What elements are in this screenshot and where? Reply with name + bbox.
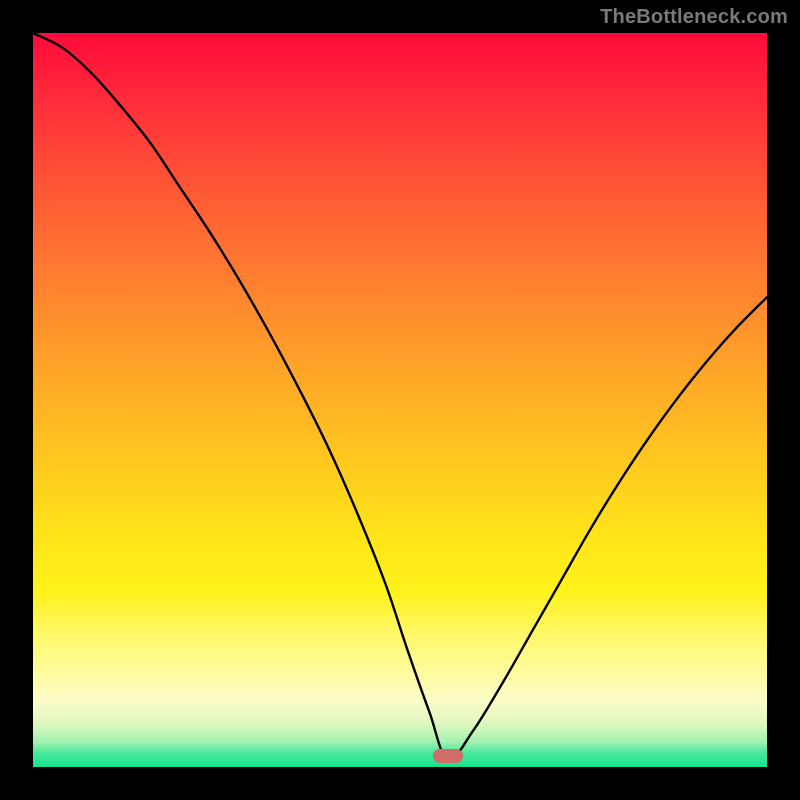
chart-frame: TheBottleneck.com: [0, 0, 800, 800]
optimum-marker: [433, 749, 463, 763]
bottleneck-curve: [33, 33, 767, 767]
attribution-text: TheBottleneck.com: [600, 6, 788, 29]
plot-area: [33, 33, 767, 767]
